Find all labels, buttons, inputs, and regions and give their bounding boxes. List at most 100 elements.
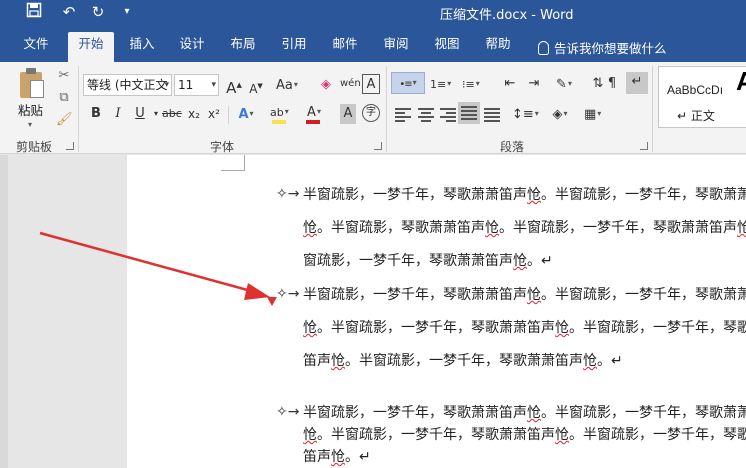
- tab-insert[interactable]: 插入: [124, 32, 160, 62]
- change-case-icon: Aa: [276, 78, 293, 93]
- align-center-icon[interactable]: [418, 108, 434, 122]
- font-name-value: 等线 (中文正文: [87, 78, 168, 92]
- phonetic-guide-icon[interactable]: wén: [340, 74, 361, 94]
- chevron-down-icon: ▾: [211, 80, 216, 90]
- font-color-swatch: [306, 120, 320, 124]
- underline-button[interactable]: U: [132, 104, 148, 124]
- decrease-indent-icon[interactable]: ⇤: [502, 74, 518, 94]
- multilevel-list-icon[interactable]: ⁝≡▾: [462, 74, 480, 94]
- bullet-marker: ✧→: [276, 186, 300, 202]
- document-text-line[interactable]: 怆。半窗疏影，一梦千年，琴歌萧萧笛声怆。半窗疏影，一梦千年，琴歌萧萧: [303, 426, 746, 444]
- show-marks-icon[interactable]: ¶: [604, 74, 620, 94]
- paragraph-launcher-icon[interactable]: [640, 142, 648, 150]
- clipboard-launcher-icon[interactable]: [66, 142, 74, 150]
- font-name-combo[interactable]: 等线 (中文正文 ▾: [83, 74, 172, 96]
- style-heading-preview[interactable]: A: [736, 66, 746, 97]
- ribbon-home: 粘贴 ▾ ✂ ⧉ 🖌 剪贴板 等线 (中文正文 ▾ 11 ▾ A▲ A▼ Aa▾…: [0, 62, 746, 154]
- align-right-icon[interactable]: [440, 108, 456, 122]
- redo-icon[interactable]: ↻: [88, 2, 108, 22]
- paste-button-label[interactable]: 粘贴: [18, 100, 43, 119]
- customize-quick-access-icon[interactable]: ▾: [120, 2, 134, 22]
- tab-review[interactable]: 审阅: [378, 32, 414, 62]
- distributed-icon[interactable]: [484, 108, 500, 122]
- font-group-label: 字体: [210, 140, 235, 154]
- tab-home[interactable]: 开始: [68, 32, 114, 62]
- paste-dropdown-icon[interactable]: ▾: [28, 120, 32, 129]
- title-bar: ↶ ↻ ▾ 压缩文件.docx - Word: [0, 0, 746, 26]
- change-case-button[interactable]: Aa▾: [276, 75, 298, 95]
- tab-references[interactable]: 引用: [276, 32, 312, 62]
- subscript-button[interactable]: x₂: [186, 104, 202, 124]
- bullets-icon: •≡: [399, 79, 412, 90]
- group-divider: [78, 66, 79, 152]
- borders-icon[interactable]: ▦▾: [584, 104, 601, 124]
- document-text-line[interactable]: 半窗疏影，一梦千年，琴歌萧萧笛声怆。半窗疏影，一梦千年，琴歌萧萧笛声: [303, 186, 746, 204]
- paragraph-group-label: 段落: [500, 140, 525, 154]
- save-icon[interactable]: [24, 2, 44, 22]
- font-color-icon: A: [307, 105, 316, 120]
- underline-label: U: [135, 106, 145, 121]
- character-border-icon[interactable]: A: [362, 74, 380, 94]
- italic-button[interactable]: I: [110, 104, 126, 124]
- page-margin-marker: [221, 155, 245, 171]
- strikethrough-button[interactable]: abc: [162, 104, 182, 124]
- tab-design[interactable]: 设计: [174, 32, 210, 62]
- tab-view[interactable]: 视图: [429, 32, 465, 62]
- vertical-ruler: [0, 155, 8, 468]
- shading-icon[interactable]: ◈▾: [552, 104, 568, 124]
- bullet-marker: ✧→: [276, 404, 300, 420]
- group-divider: [652, 66, 653, 152]
- font-size-combo[interactable]: 11 ▾: [174, 74, 219, 96]
- document-text-line[interactable]: 窗疏影，一梦千年，琴歌萧萧笛声怆。↵: [303, 252, 553, 270]
- justify-button[interactable]: [458, 102, 480, 124]
- document-text-line[interactable]: 笛声怆。半窗疏影，一梦千年，琴歌萧萧笛声怆。↵: [303, 352, 623, 370]
- cut-icon[interactable]: ✂: [56, 68, 72, 84]
- tell-me-search[interactable]: 告诉我你想要做什么: [538, 38, 667, 57]
- chinese-layout-icon[interactable]: ✎▾: [556, 74, 572, 94]
- font-size-value: 11: [178, 78, 194, 92]
- align-left-icon[interactable]: [395, 108, 411, 122]
- tab-mailings[interactable]: 邮件: [327, 32, 363, 62]
- hide-show-marks-toggle[interactable]: ↵: [626, 72, 648, 94]
- document-text-line[interactable]: 半窗疏影，一梦千年，琴歌萧萧笛声怆。半窗疏影，一梦千年，琴歌萧萧笛声: [303, 286, 746, 304]
- grow-font-button[interactable]: A▲: [226, 75, 242, 97]
- text-effects-button[interactable]: A▾: [238, 104, 254, 124]
- tab-file[interactable]: 文件: [18, 32, 54, 62]
- copy-icon[interactable]: ⧉: [56, 90, 72, 106]
- bullets-button[interactable]: •≡▾: [391, 72, 425, 94]
- clear-formatting-icon[interactable]: ◈: [318, 75, 334, 95]
- divider: [228, 106, 229, 124]
- document-text-line[interactable]: 笛声怆。↵: [303, 448, 371, 466]
- ribbon-tabs: 文件 开始 插入 设计 布局 引用 邮件 审阅 视图 帮助 告诉我你想要做什么: [0, 26, 746, 62]
- enclose-characters-button[interactable]: 字: [362, 104, 380, 122]
- justify-icon: [461, 106, 477, 120]
- bold-button[interactable]: B: [88, 104, 104, 124]
- numbering-icon[interactable]: 1≡▾: [430, 74, 451, 94]
- style-normal[interactable]: AaBbCcDı ↵ 正文: [658, 66, 746, 128]
- font-launcher-icon[interactable]: [374, 142, 382, 150]
- highlight-button[interactable]: ab▾: [270, 102, 289, 122]
- shrink-font-button[interactable]: A▼: [248, 76, 264, 96]
- style-sample: AaBbCcDı: [667, 83, 724, 97]
- character-shading-button[interactable]: A: [340, 104, 356, 124]
- tab-help[interactable]: 帮助: [480, 32, 516, 62]
- text-effects-icon: A: [238, 107, 249, 122]
- superscript-button[interactable]: x²: [206, 104, 222, 124]
- grow-font-icon: A: [226, 79, 237, 97]
- undo-icon[interactable]: ↶: [55, 2, 83, 22]
- font-color-button[interactable]: A▾: [306, 102, 322, 122]
- highlight-color-swatch: [272, 120, 286, 124]
- increase-indent-icon[interactable]: ⇥: [526, 74, 542, 94]
- character-border-label: A: [366, 77, 376, 92]
- bullet-marker: ✧→: [276, 286, 300, 302]
- document-text-line[interactable]: 怆。半窗疏影，一梦千年，琴歌萧萧笛声怆。半窗疏影，一梦千年，琴歌萧萧: [303, 319, 746, 337]
- document-text-line[interactable]: 半窗疏影，一梦千年，琴歌萧萧笛声怆。半窗疏影，一梦千年，琴歌萧萧笛声: [303, 404, 746, 422]
- line-spacing-icon[interactable]: ↕≡▾: [512, 104, 539, 124]
- window-title: 压缩文件.docx - Word: [440, 8, 574, 23]
- tab-layout[interactable]: 布局: [225, 32, 261, 62]
- tell-me-label: 告诉我你想要做什么: [554, 41, 667, 56]
- format-painter-icon[interactable]: 🖌: [56, 112, 73, 128]
- document-text-line[interactable]: 怆。半窗疏影，琴歌萧萧笛声怆。半窗疏影，一梦千年，琴歌萧萧笛声怆。半: [303, 219, 746, 237]
- paste-icon[interactable]: [18, 66, 46, 100]
- group-divider: [386, 66, 387, 152]
